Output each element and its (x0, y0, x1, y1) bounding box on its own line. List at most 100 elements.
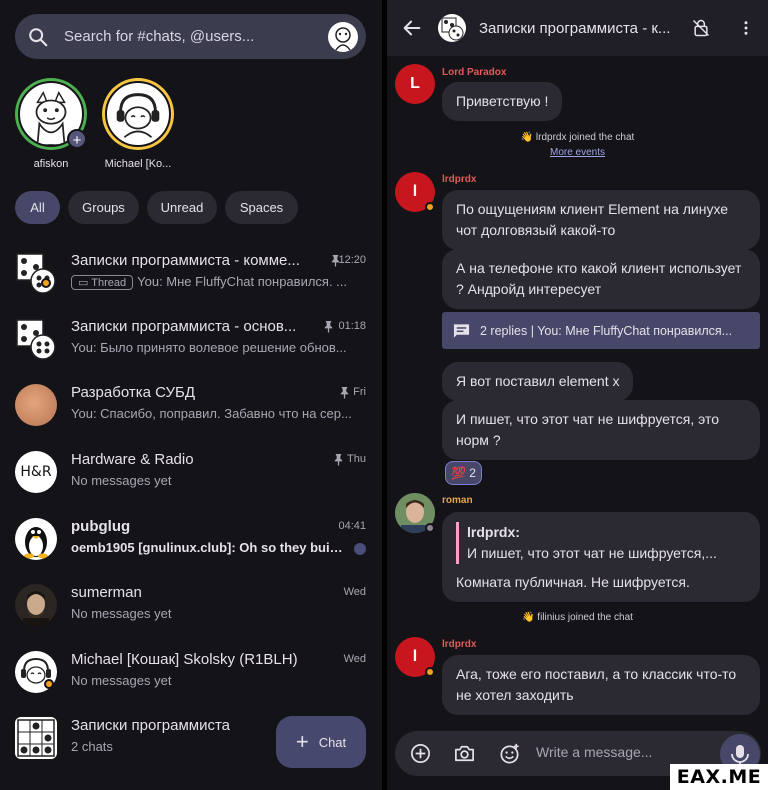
presence-indicator (425, 202, 435, 212)
chat-title: Hardware & Radio (71, 451, 194, 468)
chat-title: Записки программиста - основ... (71, 318, 297, 335)
filter-unread[interactable]: Unread (147, 191, 217, 224)
story-michael[interactable]: Michael [Ko... (102, 78, 174, 170)
watermark: EAX.ME (670, 764, 768, 790)
thread-summary-text: 2 replies | You: Мне FluffyChat понравил… (480, 323, 733, 338)
chat-preview: You: Было принято волевое решение обнов.… (71, 340, 347, 355)
chat-time: 01:18 (338, 320, 366, 332)
chat-list-item[interactable]: pubglug 04:41 oemb1905 [gnulinux.club]: … (0, 506, 382, 572)
more-vert-icon[interactable] (737, 19, 755, 37)
message-bubble[interactable]: А на телефоне кто какой клиент используе… (442, 249, 760, 309)
chat-time: Wed (343, 653, 366, 665)
chat-list-pane: Search for #chats, @users... + afiskon M… (0, 0, 382, 790)
group-avatar (15, 318, 57, 360)
space-avatar (15, 717, 57, 759)
message-bubble[interactable]: Ага, тоже его поставил, а то классик что… (442, 655, 760, 715)
unencrypted-lock-icon[interactable] (691, 18, 711, 38)
thread-badge: ▭ Thread (71, 275, 134, 290)
chat-time: Thu (347, 453, 366, 465)
tux-avatar (15, 518, 57, 560)
chat-title: pubglug (71, 518, 131, 535)
emoji-icon[interactable] (498, 742, 521, 765)
chat-avatar (15, 584, 57, 626)
thread-icon: ▭ (78, 277, 92, 289)
chat-title: Разработка СУБД (71, 384, 195, 401)
conversation-pane: Записки программиста - к... L Lord Parad… (387, 0, 768, 790)
avatar (105, 81, 171, 147)
message-bubble[interactable]: И пишет, что этот чат не шифруется, это … (442, 400, 760, 460)
thread-icon (453, 323, 470, 338)
chat-preview: ▭ Thread You: Мне FluffyChat понравился. … (71, 274, 356, 290)
add-circle-icon[interactable] (409, 742, 432, 765)
message-bubble[interactable]: Приветствую ! (442, 82, 563, 121)
chat-title: Michael [Кошак] Skolsky (R1BLH) (71, 651, 298, 668)
thread-summary[interactable]: 2 replies | You: Мне FluffyChat понравил… (442, 312, 760, 349)
chat-time: Fri (353, 386, 366, 398)
message-text: Комната публичная. Не шифруется. (456, 574, 690, 590)
filter-groups[interactable]: Groups (68, 191, 139, 224)
pin-icon (324, 321, 333, 333)
group-avatar (15, 252, 57, 294)
story-afiskon[interactable]: + afiskon (15, 78, 87, 170)
add-story-icon[interactable]: + (67, 129, 87, 149)
camera-icon[interactable] (453, 742, 476, 765)
chat-title: Записки программиста - комме... (71, 252, 300, 269)
story-name: Michael [Ko... (104, 158, 172, 170)
my-avatar[interactable] (328, 21, 358, 52)
chat-list-item[interactable]: H&R Hardware & Radio Thu No messages yet (0, 439, 382, 505)
chat-avatar (15, 384, 57, 426)
chat-time: Wed (343, 586, 366, 598)
message-bubble[interactable]: По ощущениям клиент Element на линухе чо… (442, 190, 760, 250)
chat-list-item[interactable]: Разработка СУБД Fri You: Спасибо, поправ… (0, 372, 382, 438)
new-chat-button[interactable]: + Chat (276, 716, 366, 768)
pin-icon (334, 454, 343, 466)
unread-indicator (354, 543, 366, 555)
chat-preview: No messages yet (71, 673, 172, 688)
new-chat-label: Chat (318, 734, 347, 750)
room-avatar[interactable] (438, 14, 466, 42)
sender-name[interactable]: lrdprdx (442, 174, 476, 185)
presence-indicator (425, 667, 435, 677)
more-events-link[interactable]: More events (387, 147, 768, 158)
search-input[interactable]: Search for #chats, @users... (64, 28, 328, 45)
chat-preview: oemb1905 [gnulinux.club]: Oh so they bui… (71, 540, 346, 555)
search-bar[interactable]: Search for #chats, @users... (15, 14, 366, 59)
message-input[interactable]: Write a message... (536, 744, 652, 760)
chat-list-item[interactable]: Записки программиста - комме... 12:20 ▭ … (0, 240, 382, 306)
chat-preview: No messages yet (71, 473, 172, 488)
filter-all[interactable]: All (15, 191, 60, 224)
room-title[interactable]: Записки программиста - к... (479, 20, 679, 37)
message-bubble[interactable]: lrdprdx: И пишет, что этот чат не шифруе… (442, 512, 760, 602)
quote-sender: lrdprdx: (467, 524, 520, 540)
story-name: afiskon (33, 158, 69, 170)
sender-name[interactable]: lrdprdx (442, 639, 476, 650)
quote-text: И пишет, что этот чат не шифруется,... (467, 545, 717, 561)
reaction-chip[interactable]: 💯 2 (445, 461, 482, 485)
pin-icon (340, 387, 349, 399)
chat-preview: No messages yet (71, 606, 172, 621)
back-arrow-icon[interactable] (401, 17, 423, 39)
message-bubble[interactable]: Я вот поставил element x (442, 362, 634, 401)
system-event: 👋 filinius joined the chat (522, 612, 633, 623)
reply-quote[interactable]: lrdprdx: И пишет, что этот чат не шифруе… (456, 522, 746, 564)
chat-list-item[interactable]: Michael [Кошак] Skolsky (R1BLH) Wed No m… (0, 639, 382, 705)
sender-name[interactable]: Lord Paradox (442, 67, 506, 78)
sender-avatar[interactable]: L (395, 64, 435, 104)
chat-title: sumerman (71, 584, 142, 601)
chat-preview-text: You: Мне FluffyChat понравился. ... (137, 274, 348, 289)
room-header: Записки программиста - к... (387, 0, 768, 56)
presence-indicator (425, 523, 435, 533)
chat-time: 04:41 (338, 520, 366, 532)
search-icon (29, 27, 48, 46)
chat-time: 12:20 (338, 254, 366, 266)
filter-spaces[interactable]: Spaces (225, 191, 298, 224)
chat-title: Записки программиста (71, 717, 231, 734)
chat-avatar: H&R (15, 451, 57, 493)
plus-icon: + (295, 729, 309, 754)
sender-name[interactable]: roman (442, 495, 473, 506)
chat-preview: You: Спасибо, поправил. Забавно что на с… (71, 406, 352, 421)
chat-list-item[interactable]: Записки программиста - основ... 01:18 Yo… (0, 306, 382, 372)
system-event: 👋 lrdprdx joined the chat (520, 132, 635, 143)
chat-list-item[interactable]: sumerman Wed No messages yet (0, 572, 382, 638)
thread-label: Thread (91, 277, 127, 289)
